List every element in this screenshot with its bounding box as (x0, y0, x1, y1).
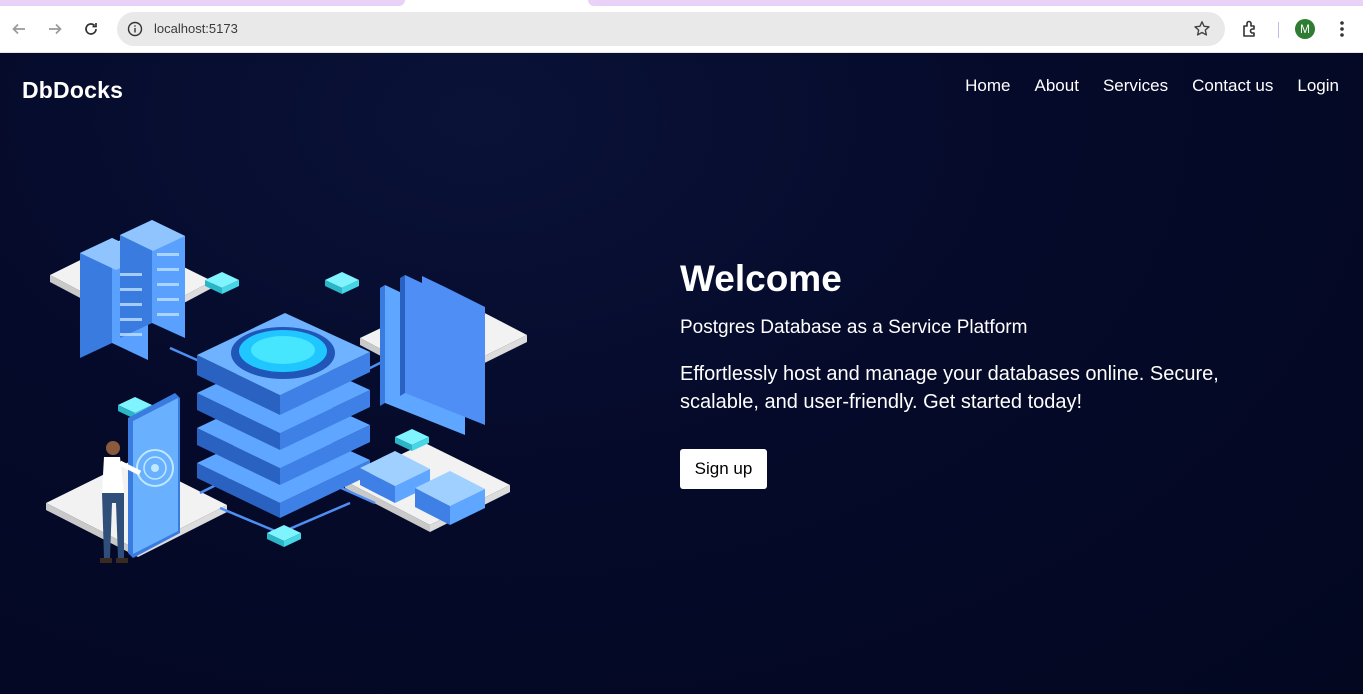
address-bar[interactable]: localhost:5173 (117, 12, 1225, 46)
server-racks (80, 220, 185, 360)
tablet-device (128, 393, 180, 558)
nav-services[interactable]: Services (1103, 76, 1168, 96)
database-illustration (46, 220, 527, 563)
hero-text-block: Welcome Postgres Database as a Service P… (680, 258, 1320, 416)
reload-icon (85, 23, 97, 35)
nav-about[interactable]: About (1035, 76, 1079, 96)
hero-title: Welcome (680, 258, 842, 299)
nav-home[interactable]: Home (965, 76, 1010, 96)
central-database-stack (197, 313, 370, 518)
reload-button[interactable] (77, 15, 105, 43)
info-icon[interactable] (123, 17, 147, 41)
landing-page: DbDocks Home About Services Contact us L… (0, 53, 1363, 694)
back-button[interactable] (5, 15, 33, 43)
forward-arrow-icon (49, 23, 62, 35)
back-arrow-icon (12, 23, 25, 35)
url-text[interactable]: localhost:5173 (154, 21, 238, 36)
signup-button[interactable]: Sign up (680, 449, 767, 489)
brand-logo[interactable]: DbDocks (22, 77, 123, 104)
folder-graphic (380, 275, 485, 435)
hero-subtitle: Postgres Database as a Service Platform (680, 317, 1028, 338)
forward-button[interactable] (41, 15, 69, 43)
extensions-icon[interactable] (1240, 18, 1262, 40)
more-menu-icon[interactable] (1332, 19, 1352, 39)
hero-description: Effortlessly host and manage your databa… (680, 363, 1219, 413)
main-nav: Home About Services Contact us Login (965, 76, 1339, 96)
nav-login[interactable]: Login (1297, 76, 1339, 96)
browser-toolbar: localhost:5173 M (0, 6, 1363, 53)
nav-contact[interactable]: Contact us (1192, 76, 1273, 96)
toolbar-divider (1278, 22, 1279, 38)
star-icon[interactable] (1191, 18, 1213, 40)
profile-avatar[interactable]: M (1295, 19, 1315, 39)
